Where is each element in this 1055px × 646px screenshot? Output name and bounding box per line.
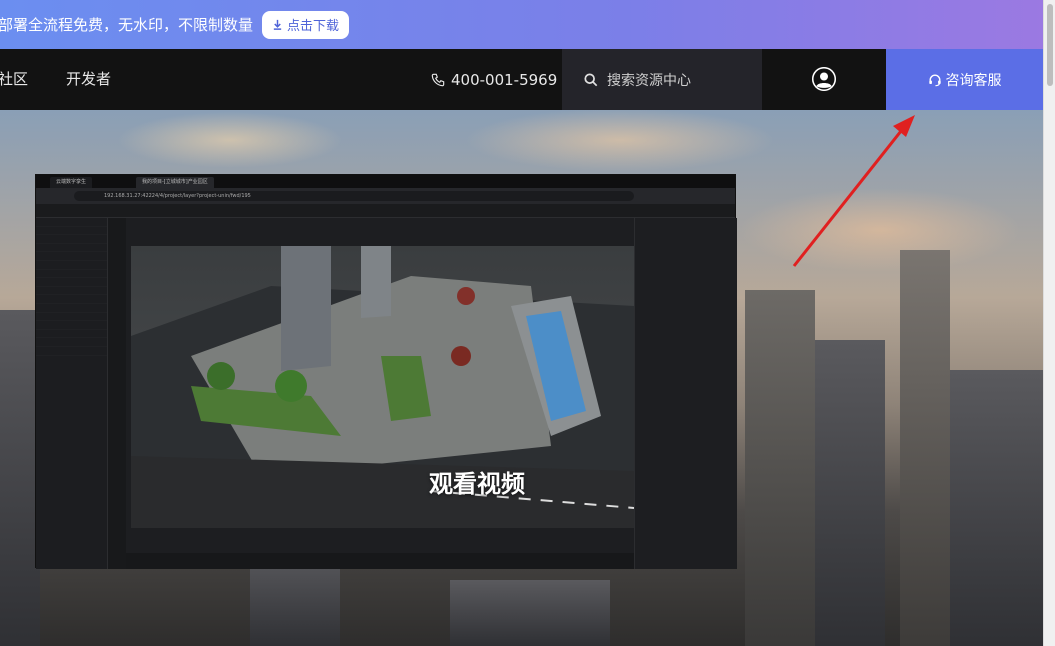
annotation-arrow bbox=[792, 115, 915, 267]
